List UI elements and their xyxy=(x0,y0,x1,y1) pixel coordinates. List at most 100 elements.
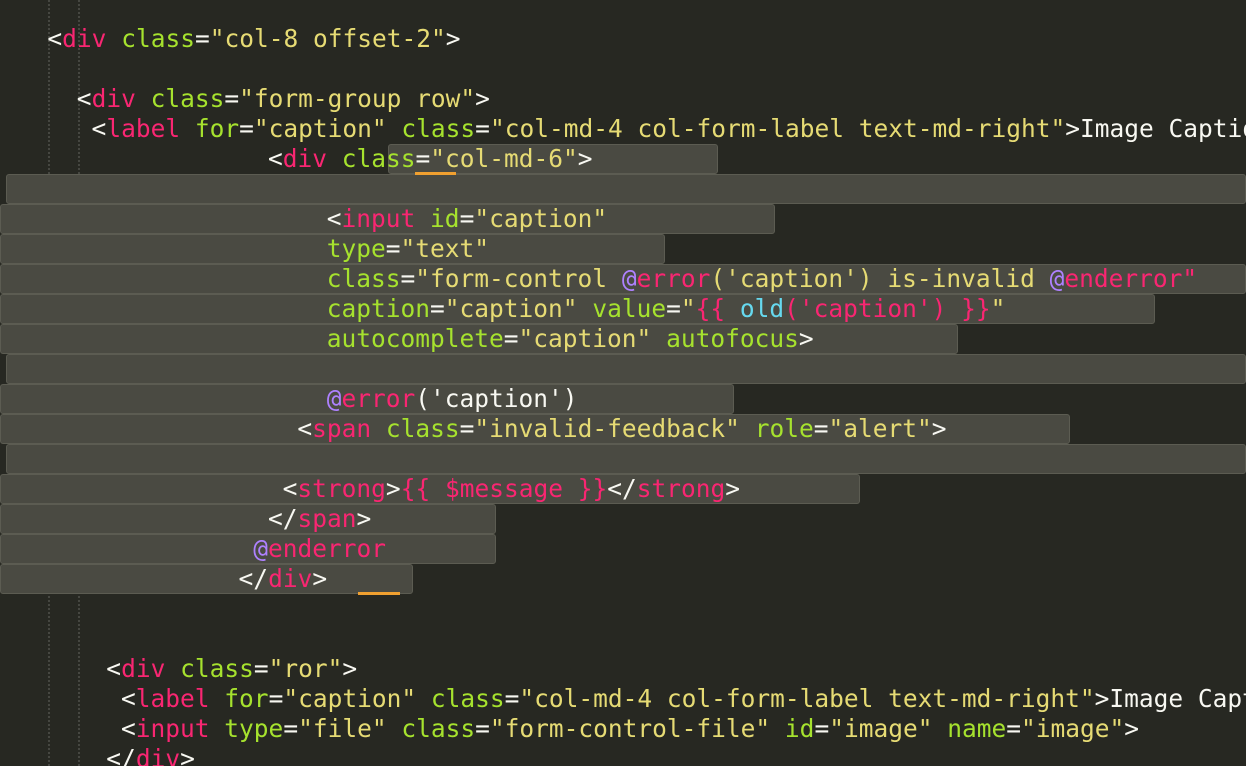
code-token: = xyxy=(224,84,240,113)
code-token: {{ $message }} xyxy=(400,474,608,503)
code-token: {{ xyxy=(695,294,740,323)
code-token: id xyxy=(784,714,815,743)
code-token: = xyxy=(666,294,681,323)
code-line: <label for="caption" class="col-md-4 col… xyxy=(92,684,1246,714)
code-editor[interactable]: <div class="col-8 offset-2"> <div class="… xyxy=(0,0,1246,766)
code-token: "caption" xyxy=(253,114,387,143)
code-token: "col-md-4 col-form-label text-md-right" xyxy=(489,114,1066,143)
code-token: class xyxy=(385,414,460,443)
code-token: < xyxy=(91,684,136,713)
bracket-match-underline xyxy=(358,592,400,595)
code-token: = xyxy=(430,294,445,323)
code-token: class xyxy=(401,114,476,143)
code-token: < xyxy=(76,114,107,143)
code-token: > xyxy=(356,504,372,533)
code-token: > xyxy=(1124,714,1140,743)
code-token: > xyxy=(445,24,461,53)
code-token: div xyxy=(62,24,107,53)
code-token: "image" xyxy=(829,714,933,743)
code-token: "caption" xyxy=(474,204,608,233)
code-token: = xyxy=(475,714,490,743)
code-token: span xyxy=(312,414,372,443)
code-token: </ xyxy=(223,564,269,593)
code-token: div xyxy=(282,144,327,173)
code-token: "col-8 offset-2" xyxy=(209,24,446,53)
code-token: class xyxy=(121,24,195,53)
code-token: </ xyxy=(253,504,298,533)
code-token: "invalid-feedback" xyxy=(474,414,740,443)
code-token: = xyxy=(283,714,299,743)
code-token: < xyxy=(91,714,136,743)
code-line: <span class="invalid-feedback" role="ale… xyxy=(283,414,947,444)
code-token: error xyxy=(636,264,711,293)
code-token: = xyxy=(814,714,830,743)
code-token: "alert" xyxy=(828,414,932,443)
code-line: <div class="col-md-6"> xyxy=(253,144,593,174)
code-token: "form-control xyxy=(415,264,622,293)
code-token: ('caption') xyxy=(415,384,578,413)
code-token: = xyxy=(239,114,254,143)
code-token: = xyxy=(194,24,210,53)
code-token: role xyxy=(754,414,814,443)
code-token: </ xyxy=(76,744,136,766)
code-token: < xyxy=(312,204,342,233)
code-token: @ xyxy=(326,384,342,413)
code-token: > xyxy=(312,564,328,593)
code-token: = xyxy=(253,654,269,683)
code-token: > xyxy=(180,744,195,766)
code-token: "caption" xyxy=(283,684,417,713)
code-token: " xyxy=(990,294,1006,323)
code-token: > xyxy=(931,414,947,443)
code-line: @error('caption') xyxy=(312,384,578,414)
code-token: </ xyxy=(607,474,637,503)
code-token: @ xyxy=(253,534,269,563)
code-token: > xyxy=(577,144,593,173)
code-token: > xyxy=(725,474,740,503)
code-token: = xyxy=(475,114,490,143)
code-token: label xyxy=(106,114,181,143)
code-token: @ xyxy=(1049,264,1065,293)
code-token: = xyxy=(459,204,475,233)
code-token: "ror" xyxy=(268,654,343,683)
code-token: enderror xyxy=(268,534,387,563)
code-token: = xyxy=(385,234,401,263)
code-line: <label for="caption" class="col-md-4 col… xyxy=(77,114,1246,144)
code-token: type xyxy=(224,714,284,743)
code-token: enderror" xyxy=(1064,264,1198,293)
code-token: input xyxy=(135,714,210,743)
code-token: class xyxy=(341,144,416,173)
code-token: div xyxy=(268,564,313,593)
code-token: ('caption') }} xyxy=(784,294,991,323)
code-token: strong xyxy=(297,474,386,503)
code-line: type="text" xyxy=(312,234,489,264)
code-line: </div> xyxy=(223,564,328,594)
code-token: < xyxy=(76,654,122,683)
code-token: = xyxy=(1006,714,1022,743)
code-token: ('caption') is-invalid xyxy=(710,264,1050,293)
code-token: Image Caption</label> xyxy=(1079,114,1246,143)
code-token: > xyxy=(1065,114,1080,143)
code-token: div xyxy=(121,654,166,683)
code-token: autofocus xyxy=(666,324,799,353)
code-token: = xyxy=(400,264,416,293)
code-token: "col-md-6" xyxy=(430,144,578,173)
code-token: for xyxy=(194,114,240,143)
code-token: "col-md-4 col-form-label text-md-right" xyxy=(519,684,1095,713)
code-token: < xyxy=(267,474,298,503)
